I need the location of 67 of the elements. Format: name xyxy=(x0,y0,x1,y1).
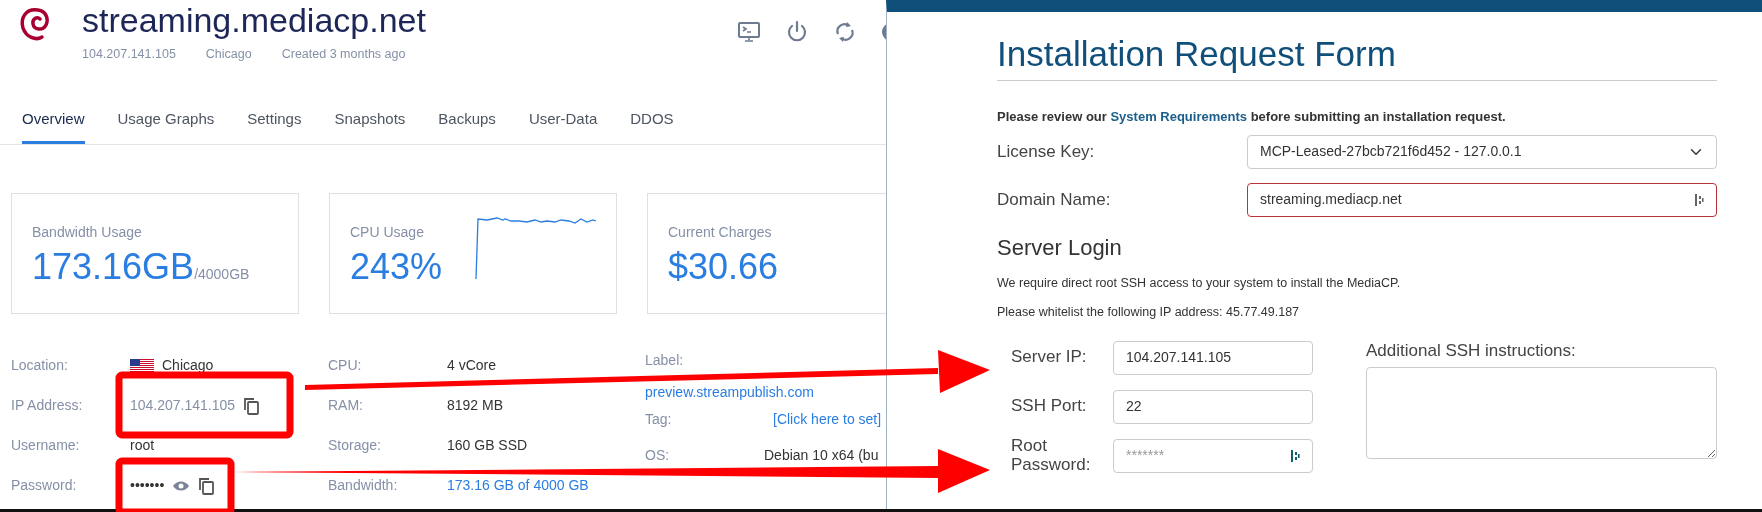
field-label: Additional SSH instructions: xyxy=(1366,339,1577,362)
stat-title: Current Charges xyxy=(668,222,773,242)
detail-label: Username: xyxy=(11,436,81,456)
tab[interactable]: Overview xyxy=(22,96,85,144)
section-heading: Server Login xyxy=(997,233,1123,262)
detail-link[interactable]: preview.streampublish.com xyxy=(645,382,814,404)
field-label: Root Password: xyxy=(1010,437,1092,475)
server-meta: 104.207.141.105 xyxy=(82,46,176,64)
form-title: Installation Request Form xyxy=(997,34,1717,82)
detail-value: 104.207.141.105 xyxy=(130,396,236,416)
copy-icon[interactable] xyxy=(198,476,215,495)
paragraph-text: Please whitelist the following IP address: 45.77.49.187 xyxy=(997,303,1301,321)
copy-icon[interactable] xyxy=(243,396,260,415)
stat-value: $30.66 xyxy=(668,245,779,287)
field-label: Server IP: xyxy=(1010,348,1088,368)
detail-value: Debian 10 x64 (bu xyxy=(764,446,879,466)
license-key-select[interactable]: MCP-Leased-27bcb721f6d452 - 127.0.0.1 xyxy=(1247,134,1717,169)
stat-value: 173.16GB xyxy=(32,245,195,287)
paragraph-text: We require direct root SSH access to your system to install the MediaCP. xyxy=(997,274,1402,292)
tab[interactable]: Settings xyxy=(247,96,302,144)
detail-label: OS: xyxy=(645,446,671,466)
input-field[interactable]: 22 xyxy=(1113,389,1313,424)
tab[interactable]: User-Data xyxy=(528,96,598,144)
detail-label: Password: xyxy=(11,476,78,496)
domain-name-field[interactable]: streaming.mediacp.net xyxy=(1247,182,1717,217)
masked-password: ••••••• xyxy=(130,476,165,496)
detail-label: Bandwidth: xyxy=(328,476,399,496)
tab[interactable]: Snapshots xyxy=(334,96,406,144)
server-hostname: streaming.mediacp.net xyxy=(82,2,426,40)
password-manager-icon[interactable] xyxy=(1290,448,1300,463)
input-field[interactable]: 104.207.141.105 xyxy=(1113,340,1313,375)
server-meta: Created 3 months ago xyxy=(281,46,406,64)
stat-title: CPU Usage xyxy=(350,222,425,242)
field-label: SSH Port: xyxy=(1010,397,1088,417)
detail-label: Tag: xyxy=(645,410,673,430)
detail-value: 4 vCore xyxy=(447,356,497,376)
detail-label: CPU: xyxy=(328,356,363,376)
detail-value: 8192 MB xyxy=(447,396,504,416)
instructions-field[interactable] xyxy=(1366,367,1717,460)
detail-label: Location: xyxy=(11,356,69,376)
detail-value: 160 GB SSD xyxy=(447,436,528,456)
eye-icon[interactable] xyxy=(172,479,191,492)
detail-label: RAM: xyxy=(328,396,364,416)
field-label: License Key: xyxy=(997,141,1096,163)
server-meta: Chicago xyxy=(205,46,252,64)
tab[interactable]: Usage Graphs xyxy=(117,96,215,144)
detail-link[interactable]: 173.16 GB of 4000 GB xyxy=(447,475,589,497)
restart-icon[interactable] xyxy=(833,20,857,44)
us-flag-icon xyxy=(130,358,154,373)
detail-label: Storage: xyxy=(328,436,382,456)
stat-title: Bandwidth Usage xyxy=(32,222,143,242)
stat-value: 243% xyxy=(350,245,443,287)
tab[interactable]: DDOS xyxy=(630,96,674,144)
placeholder-text: ******* xyxy=(1126,446,1165,466)
detail-link[interactable]: [Click here to set] xyxy=(773,409,882,431)
stat-suffix: /4000GB xyxy=(194,265,250,282)
field-label: Domain Name: xyxy=(997,189,1112,211)
detail-value: Chicago xyxy=(162,356,214,376)
console-icon[interactable] xyxy=(737,20,761,44)
detail-label: Label: xyxy=(645,351,685,371)
password-manager-icon[interactable] xyxy=(1694,192,1704,207)
detail-value: root xyxy=(130,436,155,456)
power-icon[interactable] xyxy=(785,20,809,44)
tab[interactable]: Backups xyxy=(438,96,496,144)
detail-label: IP Address: xyxy=(11,396,84,416)
requirements-link[interactable]: System Requirements xyxy=(1110,109,1247,125)
notice-text: Please review our System Requirements before submitting an installation request. xyxy=(997,108,1507,127)
